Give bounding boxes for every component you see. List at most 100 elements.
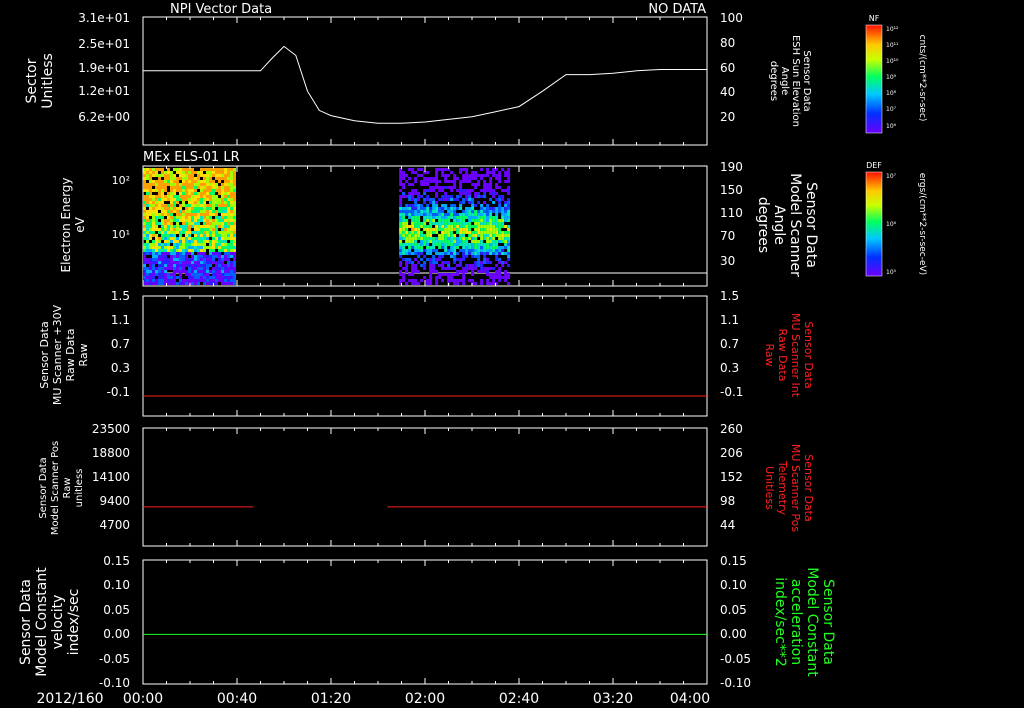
spectrogram-cell	[176, 225, 179, 228]
spectrogram-cell	[480, 189, 484, 192]
spectrogram-cell	[215, 204, 218, 207]
spectrogram-cell	[453, 186, 457, 189]
spectrogram-cell	[185, 270, 188, 273]
spectrogram-cell	[158, 216, 161, 219]
spectrogram-cell	[453, 282, 457, 285]
spectrogram-cell	[209, 258, 212, 261]
tick-label: 260	[720, 422, 743, 436]
spectrogram-cell	[462, 258, 466, 261]
spectrogram-cell	[480, 210, 484, 213]
spectrogram-cell	[212, 231, 215, 234]
spectrogram-cell	[155, 216, 158, 219]
tick-label: 0.10	[720, 578, 747, 592]
spectrogram-cell	[155, 240, 158, 243]
spectrogram-cell	[158, 258, 161, 261]
spectrogram-cell	[212, 279, 215, 282]
spectrogram-cell	[504, 279, 508, 282]
spectrogram-cell	[399, 240, 403, 243]
spectrogram-cell	[230, 177, 233, 180]
spectrogram-cell	[176, 186, 179, 189]
spectrogram-cell	[209, 240, 212, 243]
spectrogram-cell	[489, 171, 493, 174]
spectrogram-cell	[495, 213, 499, 216]
spectrogram-cell	[194, 180, 197, 183]
spectrogram-cell	[191, 168, 194, 171]
spectrogram-cell	[474, 213, 478, 216]
spectrogram-cell	[429, 252, 433, 255]
spectrogram-cell	[227, 267, 230, 270]
spectrogram-cell	[152, 195, 155, 198]
spectrogram-cell	[408, 195, 412, 198]
spectrogram-cell	[411, 210, 415, 213]
spectrogram-cell	[450, 246, 454, 249]
spectrogram-cell	[146, 279, 149, 282]
spectrogram-cell	[194, 195, 197, 198]
spectrogram-cell	[182, 270, 185, 273]
spectrogram-cell	[486, 168, 490, 171]
spectrogram-cell	[149, 225, 152, 228]
spectrogram-cell	[218, 216, 221, 219]
tick-label: 3.1e+01	[78, 11, 130, 25]
spectrogram-cell	[233, 192, 236, 195]
spectrogram-cell	[221, 234, 224, 237]
spectrogram-cell	[462, 231, 466, 234]
spectrogram-cell	[438, 258, 442, 261]
spectrogram-cell	[402, 225, 406, 228]
spectrogram-cell	[182, 258, 185, 261]
spectrogram-cell	[471, 249, 475, 252]
spectrogram-cell	[414, 258, 418, 261]
spectrogram-cell	[200, 195, 203, 198]
spectrogram-cell	[191, 255, 194, 258]
spectrogram-cell	[188, 192, 191, 195]
spectrogram-cell	[480, 207, 484, 210]
spectrogram-cell	[465, 231, 469, 234]
spectrogram-cell	[206, 192, 209, 195]
spectrogram-cell	[426, 198, 430, 201]
tick-label: 2.5e+01	[78, 37, 130, 51]
spectrogram-cell	[456, 282, 460, 285]
spectrogram-cell	[167, 237, 170, 240]
spectrogram-cell	[438, 240, 442, 243]
tick-label: -0.05	[720, 652, 751, 666]
spectrogram-cell	[152, 252, 155, 255]
spectrogram-cell	[429, 279, 433, 282]
spectrogram-cell	[146, 237, 149, 240]
spectrogram-cell	[203, 174, 206, 177]
spectrogram-cell	[173, 168, 176, 171]
spectrogram-cell	[188, 219, 191, 222]
spectrogram-cell	[212, 228, 215, 231]
spectrogram-cell	[212, 237, 215, 240]
spectrogram-cell	[194, 201, 197, 204]
spectrogram-cell	[468, 174, 472, 177]
spectrogram-cell	[173, 249, 176, 252]
spectrogram-cell	[465, 243, 469, 246]
spectrogram-cell	[152, 255, 155, 258]
spectrogram-cell	[218, 210, 221, 213]
spectrogram-cell	[224, 222, 227, 225]
spectrogram-cell	[462, 210, 466, 213]
spectrogram-cell	[224, 201, 227, 204]
spectrogram-cell	[146, 267, 149, 270]
spectrogram-cell	[161, 213, 164, 216]
spectrogram-cell	[423, 225, 427, 228]
spectrogram-cell	[405, 207, 409, 210]
spectrogram-cell	[230, 282, 233, 285]
spectrogram-cell	[215, 234, 218, 237]
spectrogram-cell	[200, 276, 203, 279]
spectrogram-cell	[170, 249, 173, 252]
spectrogram-cell	[489, 177, 493, 180]
spectrogram-cell	[173, 279, 176, 282]
spectrogram-cell	[176, 189, 179, 192]
spectrogram-cell	[197, 261, 200, 264]
spectrogram-cell	[468, 180, 472, 183]
spectrogram-cell	[450, 255, 454, 258]
spectrogram-cell	[218, 273, 221, 276]
tick-label: 44	[720, 518, 735, 532]
spectrogram-cell	[164, 267, 167, 270]
axis-label: Raw Data	[64, 329, 77, 382]
spectrogram-cell	[468, 219, 472, 222]
spectrogram-cell	[411, 273, 415, 276]
spectrogram-cell	[480, 234, 484, 237]
spectrogram-cell	[411, 252, 415, 255]
spectrogram-cell	[146, 231, 149, 234]
